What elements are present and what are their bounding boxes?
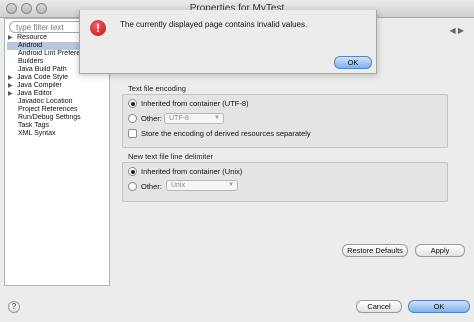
chevron-down-icon: ▼ [214,115,220,121]
expand-arrow-icon[interactable]: ▶ [8,90,17,98]
tree-item-task-tags[interactable]: Task Tags [7,122,111,130]
forward-arrow-icon[interactable]: ▶ [458,26,464,35]
cancel-button[interactable]: Cancel [356,300,402,313]
expand-arrow-icon[interactable]: ▶ [8,34,17,42]
restore-defaults-button[interactable]: Restore Defaults [342,244,408,257]
encoding-inherited-option[interactable]: Inherited from container (UTF-8) [128,99,249,108]
expand-arrow-icon[interactable]: ▶ [8,74,17,82]
tree-item-javadoc-location[interactable]: Javadoc Location [7,98,111,106]
radio-icon[interactable] [128,182,137,191]
delimiter-group-label: New text file line delimiter [128,152,214,161]
tree-item-project-references[interactable]: Project References [7,106,111,114]
apply-button[interactable]: Apply [415,244,465,257]
tree-item-run-debug-settings[interactable]: Run/Debug Settings [7,114,111,122]
tree-item-java-compiler[interactable]: ▶ Java Compiler [7,82,111,90]
invalid-values-alert: ! The currently displayed page contains … [79,10,377,74]
tree-item-java-editor[interactable]: ▶ Java Editor [7,90,111,98]
radio-selected-icon[interactable] [128,167,137,176]
encoding-other-select[interactable]: UTF-8 ▼ [164,113,224,124]
delimiter-inherited-option[interactable]: Inherited from container (Unix) [128,167,242,176]
chevron-down-icon: ▼ [228,182,234,188]
encoding-group-label: Text file encoding [128,84,186,93]
ok-button[interactable]: OK [408,300,470,313]
expand-arrow-icon[interactable]: ▶ [8,82,17,90]
properties-window: Properties for MyTest ▶Resource Android … [0,0,474,322]
radio-selected-icon[interactable] [128,99,137,108]
delimiter-other-option[interactable]: Other: [128,182,162,191]
checkbox-icon[interactable] [128,129,137,138]
back-arrow-icon[interactable]: ◀ [449,26,455,35]
help-icon[interactable]: ? [8,301,20,313]
page-nav-buttons: ◀ ▶ [449,26,464,35]
radio-icon[interactable] [128,114,137,123]
store-encoding-checkbox[interactable]: Store the encoding of derived resources … [128,129,311,138]
tree-item-xml-syntax[interactable]: XML Syntax [7,130,111,138]
delimiter-other-select[interactable]: Unix ▼ [166,180,238,191]
encoding-other-option[interactable]: Other: [128,114,162,123]
stop-alert-icon: ! [90,20,106,36]
alert-ok-button[interactable]: OK [334,56,372,69]
alert-message: The currently displayed page contains in… [120,20,308,29]
